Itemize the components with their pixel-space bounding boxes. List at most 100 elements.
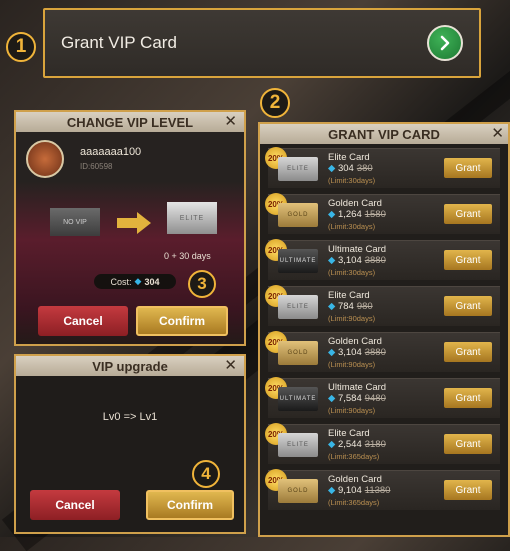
price-value: 3,104 [337, 347, 362, 358]
price-value: 304 [337, 163, 354, 174]
vip-upgrade-header: VIP upgrade ✕ [16, 356, 244, 376]
card-price: ◆ 9,104 11380 [328, 485, 390, 496]
vip-upgrade-panel: VIP upgrade ✕ Lv0 => Lv1 4 Cancel Confir… [14, 354, 246, 534]
cost-label: Cost: [110, 276, 132, 287]
vip-card-thumbnail: ELITE [278, 295, 318, 319]
from-vip-card-label: NO VIP [63, 218, 87, 226]
upgrade-message: Lv0 => Lv1 [102, 411, 158, 423]
step-1-badge: 1 [6, 32, 36, 62]
gem-icon: ◆ [328, 301, 336, 312]
cost-value: 304 [144, 276, 160, 287]
original-price: 380 [356, 163, 373, 174]
gem-icon: ◆ [328, 439, 336, 450]
list-item: 20% ELITE Elite Card ◆ 784 980 (Limit:90days)… [265, 285, 500, 326]
card-name: Elite Card [328, 428, 370, 439]
list-item: 20% ULTIMATE Ultimate Card ◆ 7,584 9480 (Limi… [265, 377, 500, 418]
gem-icon: ◆ [328, 485, 336, 496]
cancel-button[interactable]: Cancel [38, 306, 128, 336]
cancel-button[interactable]: Cancel [30, 490, 120, 520]
price-value: 9,104 [337, 485, 362, 496]
change-vip-level-panel: CHANGE VIP LEVEL ✕ aaaaaaa100 ID:60598 N… [14, 110, 246, 346]
gem-icon: ◆ [134, 276, 142, 286]
grant-vip-card-panel-title: GRANT VIP CARD [328, 126, 440, 142]
card-limit: (Limit:365days) [328, 452, 380, 461]
close-icon[interactable]: ✕ [491, 124, 504, 142]
card-price: ◆ 784 980 [328, 301, 373, 312]
cost-badge: Cost: ◆ 304 [94, 274, 176, 289]
price-value: 3,104 [337, 255, 362, 266]
to-vip-card: ELITE [167, 202, 217, 234]
chevron-right-icon [440, 35, 450, 51]
grant-vip-card-header: GRANT VIP CARD ✕ [260, 124, 508, 144]
step-3-badge: 3 [188, 270, 216, 298]
user-id: ID:60598 [80, 162, 113, 171]
price-value: 1,264 [337, 209, 362, 220]
original-price: 3880 [364, 255, 386, 266]
confirm-button[interactable]: Confirm [136, 306, 228, 336]
list-item: 20% ELITE Elite Card ◆ 2,544 3180 (Limit:365d… [265, 423, 500, 464]
vip-card-thumbnail: ELITE [278, 157, 318, 181]
card-price: ◆ 3,104 3880 [328, 255, 386, 266]
grant-vip-card-panel: GRANT VIP CARD ✕ 20% ELITE Elite Card ◆ 304… [258, 122, 510, 537]
close-icon[interactable]: ✕ [224, 356, 237, 374]
list-item: 20% ELITE Elite Card ◆ 304 380 (Limit:30days)… [265, 147, 500, 188]
to-vip-card-label: ELITE [179, 214, 205, 222]
original-price: 980 [356, 301, 373, 312]
card-limit: (Limit:30days) [328, 176, 376, 185]
arrow-right-icon [117, 212, 151, 234]
card-price: ◆ 304 380 [328, 163, 373, 174]
vip-card-thumbnail: GOLD [278, 479, 318, 503]
step-2-badge: 2 [260, 88, 290, 118]
grant-button[interactable]: Grant [444, 342, 492, 362]
vip-card-thumbnail: ULTIMATE [278, 387, 318, 411]
grant-vip-card-title: Grant VIP Card [61, 33, 177, 52]
card-limit: (Limit:30days) [328, 222, 376, 231]
change-vip-level-title: CHANGE VIP LEVEL [66, 114, 194, 130]
avatar [26, 140, 64, 178]
grant-button[interactable]: Grant [444, 434, 492, 454]
grant-button[interactable]: Grant [444, 388, 492, 408]
vip-card-thumbnail: GOLD [278, 203, 318, 227]
step-4-badge: 4 [192, 460, 220, 488]
card-limit: (Limit:90days) [328, 314, 376, 323]
days-text: 0 + 30 days [164, 251, 211, 261]
vip-card-thumbnail: ELITE [278, 433, 318, 457]
close-icon[interactable]: ✕ [224, 112, 237, 130]
card-name: Golden Card [328, 336, 382, 347]
card-name: Golden Card [328, 198, 382, 209]
confirm-button[interactable]: Confirm [146, 490, 234, 520]
card-price: ◆ 3,104 3880 [328, 347, 386, 358]
grant-vip-card-bar[interactable]: Grant VIP Card [43, 8, 481, 78]
grant-button[interactable]: Grant [444, 250, 492, 270]
original-price: 9480 [364, 393, 386, 404]
original-price: 1580 [364, 209, 386, 220]
list-item: 20% ULTIMATE Ultimate Card ◆ 3,104 3880 (Limi… [265, 239, 500, 280]
card-price: ◆ 1,264 1580 [328, 209, 386, 220]
grant-button[interactable]: Grant [444, 158, 492, 178]
card-price: ◆ 7,584 9480 [328, 393, 386, 404]
price-value: 7,584 [337, 393, 362, 404]
gem-icon: ◆ [328, 347, 336, 358]
list-item: 20% GOLD Golden Card ◆ 9,104 11380 (Limit:365… [265, 469, 500, 510]
grant-button[interactable]: Grant [444, 296, 492, 316]
card-limit: (Limit:365days) [328, 498, 380, 507]
price-value: 2,544 [337, 439, 362, 450]
go-button[interactable] [427, 25, 463, 61]
grant-button[interactable]: Grant [444, 204, 492, 224]
original-price: 3180 [364, 439, 386, 450]
vip-upgrade-title: VIP upgrade [92, 358, 168, 374]
vip-card-thumbnail: ULTIMATE [278, 249, 318, 273]
card-limit: (Limit:90days) [328, 406, 376, 415]
card-name: Elite Card [328, 290, 370, 301]
card-price: ◆ 2,544 3180 [328, 439, 386, 450]
list-item: 20% GOLD Golden Card ◆ 3,104 3880 (Limit:90da… [265, 331, 500, 372]
grant-button[interactable]: Grant [444, 480, 492, 500]
card-name: Ultimate Card [328, 382, 387, 393]
gem-icon: ◆ [328, 393, 336, 404]
card-name: Ultimate Card [328, 244, 387, 255]
original-price: 11380 [364, 485, 391, 496]
card-name: Golden Card [328, 474, 382, 485]
card-limit: (Limit:30days) [328, 268, 376, 277]
card-limit: (Limit:90days) [328, 360, 376, 369]
vip-card-thumbnail: GOLD [278, 341, 318, 365]
